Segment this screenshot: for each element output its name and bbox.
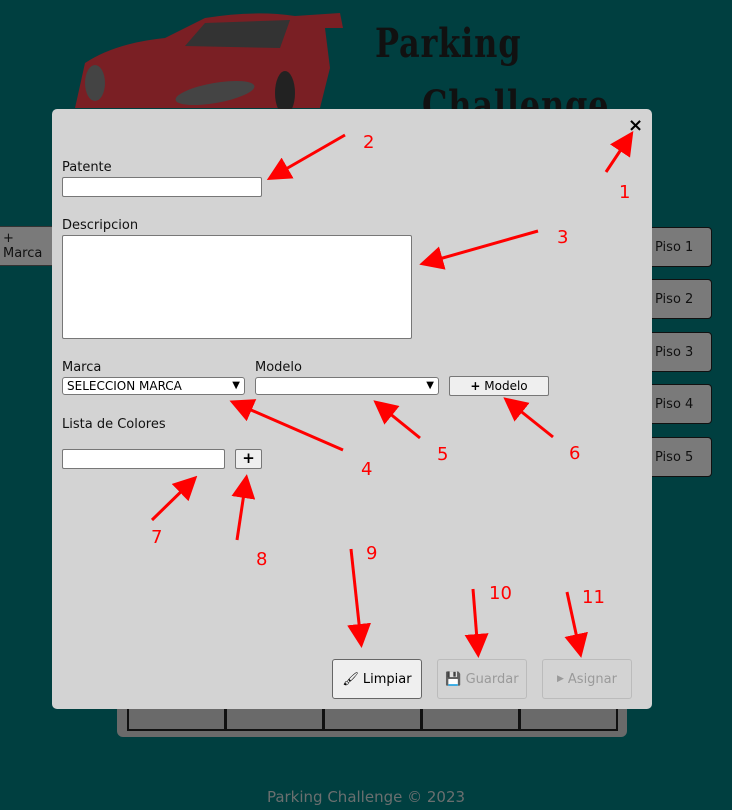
annotation-1: 1	[619, 182, 631, 203]
marca-label: Marca	[62, 360, 102, 375]
patente-input[interactable]	[62, 177, 262, 197]
guardar-label: Guardar	[465, 671, 519, 687]
descripcion-label: Descripcion	[62, 218, 139, 233]
chevron-down-icon: ▼	[426, 380, 434, 391]
asignar-label: Asignar	[567, 671, 617, 687]
marca-selected: SELECCION MARCA	[67, 379, 182, 393]
add-modelo-label: Modelo	[484, 379, 528, 393]
guardar-button[interactable]: 💾 Guardar	[437, 659, 527, 699]
vehicle-modal: × Patente Descripcion Marca SELECCION MA…	[52, 109, 652, 709]
color-input[interactable]	[62, 449, 225, 469]
modelo-label: Modelo	[255, 360, 302, 375]
annotation-4: 4	[361, 459, 373, 480]
annotation-3: 3	[557, 227, 569, 248]
car-logo-image	[75, 13, 343, 115]
chevron-down-icon: ▼	[232, 380, 240, 391]
annotation-8: 8	[256, 549, 268, 570]
annotation-2: 2	[363, 132, 375, 153]
add-marca-button[interactable]: + Marca	[0, 226, 56, 266]
modelo-select[interactable]: ▼	[255, 377, 439, 395]
limpiar-label: Limpiar	[362, 671, 412, 687]
title-parking: Parking	[375, 20, 522, 67]
plus-icon: +	[470, 379, 481, 393]
patente-label: Patente	[62, 160, 112, 175]
play-icon: ▶	[556, 674, 564, 684]
annotation-6: 6	[569, 443, 581, 464]
annotation-9: 9	[366, 543, 378, 564]
add-modelo-button[interactable]: + Modelo	[449, 376, 549, 396]
footer: Parking Challenge © 2023	[266, 788, 466, 806]
annotation-7: 7	[151, 527, 163, 548]
asignar-button[interactable]: ▶ Asignar	[542, 659, 632, 699]
marca-select[interactable]: SELECCION MARCA ▼	[62, 377, 245, 395]
colores-label: Lista de Colores	[62, 417, 166, 432]
annotation-5: 5	[437, 444, 449, 465]
close-icon[interactable]: ×	[628, 115, 643, 136]
annotation-10: 10	[489, 583, 512, 604]
save-icon: 💾	[445, 671, 462, 687]
limpiar-button[interactable]: 🖌 Limpiar	[332, 659, 422, 699]
annotation-11: 11	[582, 587, 605, 608]
broom-icon: 🖌	[342, 671, 359, 687]
descripcion-textarea[interactable]	[62, 235, 412, 339]
add-color-button[interactable]: +	[235, 449, 262, 469]
